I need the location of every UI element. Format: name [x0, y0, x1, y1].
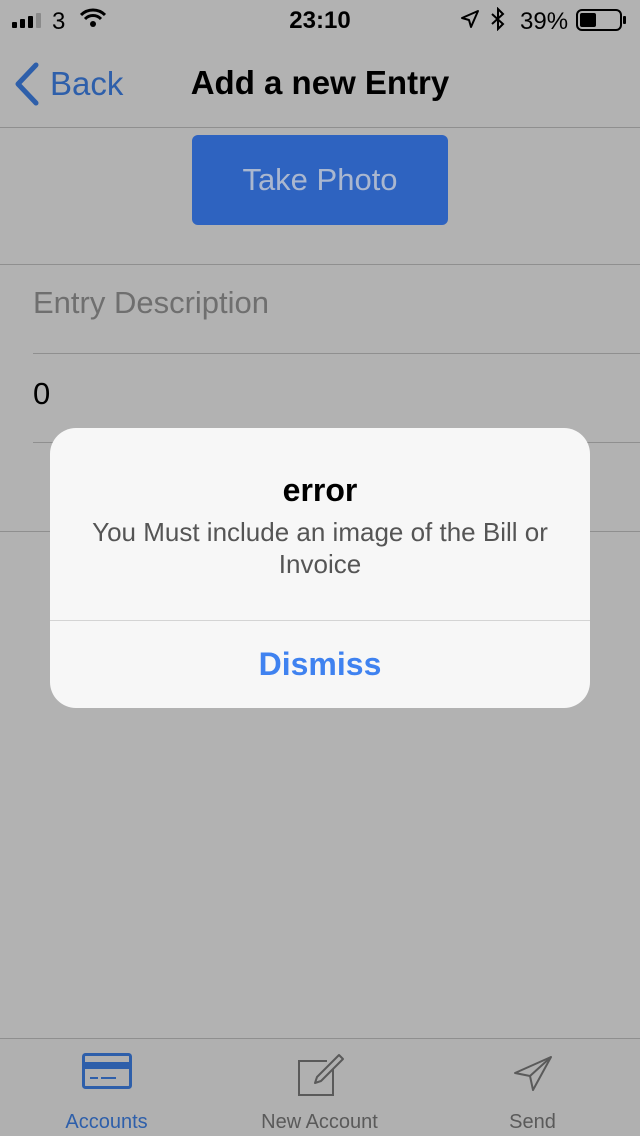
chevron-left-icon	[15, 62, 39, 106]
divider	[33, 353, 640, 354]
compose-icon	[297, 1054, 344, 1096]
battery-percent: 39%	[520, 8, 569, 35]
dismiss-button[interactable]: Dismiss	[50, 621, 590, 708]
tab-send[interactable]: Send	[426, 1039, 639, 1136]
back-button[interactable]: Back	[14, 60, 123, 108]
credit-card-icon	[81, 1053, 132, 1089]
take-photo-button[interactable]: Take Photo	[192, 135, 448, 225]
tab-label: New Account	[261, 1111, 378, 1133]
tab-label: Accounts	[65, 1111, 148, 1133]
navigation-bar: Add a new Entry Back	[0, 40, 640, 128]
divider	[0, 264, 640, 265]
tab-new-account[interactable]: New Account	[213, 1039, 426, 1136]
tab-accounts[interactable]: Accounts	[0, 1039, 213, 1136]
alert-title: error	[282, 472, 358, 508]
tab-label: Send	[509, 1111, 556, 1133]
amount-field[interactable]: 0	[33, 376, 613, 426]
battery-icon	[576, 9, 626, 31]
location-arrow-icon	[461, 10, 479, 28]
tab-bar: Accounts New Account Send	[0, 1038, 640, 1136]
back-label: Back	[50, 65, 124, 102]
status-bar: 3 23:10 39%	[0, 0, 640, 40]
bluetooth-icon	[491, 7, 505, 31]
entry-description-field[interactable]: Entry Description	[33, 285, 613, 335]
send-icon	[513, 1056, 552, 1091]
alert-message: You Must include an image of the Bill or…	[92, 517, 548, 579]
error-alert-dialog: error You Must include an image of the B…	[50, 428, 590, 708]
